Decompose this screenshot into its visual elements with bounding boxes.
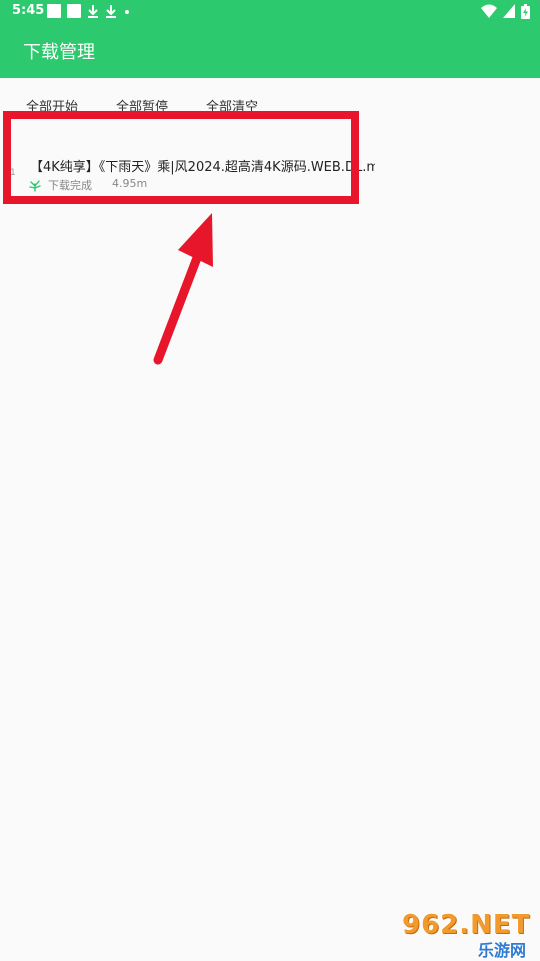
leaf-icon [29,180,41,192]
item-index: 1 [10,168,16,178]
signal-icon [503,4,515,18]
battery-icon [521,3,530,19]
page-title: 下载管理 [23,42,95,63]
clear-all-button[interactable]: 全部清空 [206,96,258,115]
status-bar: 5:45 [0,0,540,22]
watermark: 962.NET 乐游网 [400,910,535,960]
start-all-button[interactable]: 全部开始 [26,96,78,115]
pause-all-button[interactable]: 全部暂停 [116,96,168,115]
watermark-sub: 乐游网 [478,941,527,960]
system-icons [481,3,530,19]
wifi-icon [481,4,497,18]
watermark-main: 962.NET [402,910,531,940]
notification-icons [47,3,131,19]
item-size: 4.95m [112,177,148,190]
download-icon [106,5,116,18]
dot-icon [125,10,129,14]
item-title: 【4K纯享】《下雨天》乘|风2024.超高清4K源码.WEB.DL.mp3 [30,160,375,175]
action-row: 全部开始 全部暂停 全部清空 [0,96,540,120]
status-time: 5:45 [12,3,45,18]
item-status: 下载完成 [48,179,92,192]
notification-square-icon [67,4,81,18]
annotation-arrow-icon [153,213,213,365]
notification-square-icon [47,4,61,18]
download-item[interactable]: 1 【4K纯享】《下雨天》乘|风2024.超高清4K源码.WEB.DL.mp3 … [0,140,540,196]
download-icon [88,5,98,18]
app-bar: 下载管理 [0,22,540,78]
